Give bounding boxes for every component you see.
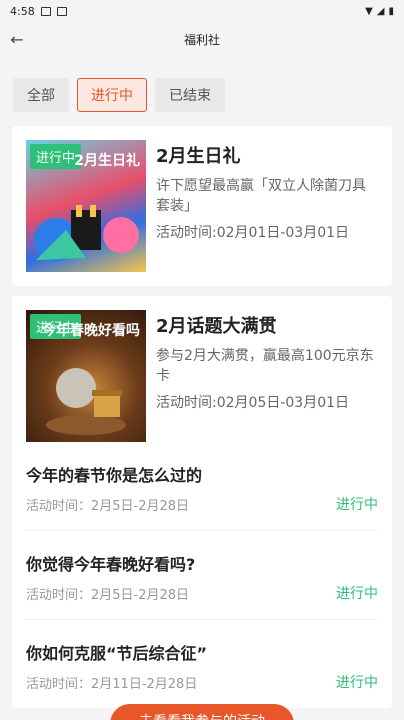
topic-meta: 活动时间：2月11日-2月28日 进行中 [26,672,378,692]
topic-item[interactable]: 今年的春节你是怎么过的 活动时间：2月5日-2月28日 进行中 [26,442,378,531]
thumbnail-caption: 2月生日礼 [74,153,140,169]
event-thumbnail: 进行中 今年春晚好看吗 [26,310,146,442]
event-thumbnail: 进行中 2月生日礼 [26,140,146,272]
my-activities-button[interactable]: 去看看我参与的活动 [110,704,294,720]
topic-status: 进行中 [336,586,378,602]
status-bar: 4:58 ▼ ◢ ▮ [0,0,404,22]
topic-status: 进行中 [336,497,378,513]
topic-time: 活动时间：2月11日-2月28日 [26,676,198,692]
signal-icon: ◢ [376,5,385,17]
event-info: 2月话题大满贯 参与2月大满贯，赢最高100元京东卡 活动时间:02月05日-0… [156,310,378,442]
filter-tabs: 全部 进行中 已结束 [0,78,404,112]
event-info: 2月生日礼 许下愿望最高赢「双立人除菌刀具套装」 活动时间:02月01日-03月… [156,140,378,272]
topic-time: 活动时间：2月5日-2月28日 [26,587,190,603]
status-time: 4:58 [10,4,35,18]
battery-icon: ▮ [388,5,394,17]
tab-ended[interactable]: 已结束 [155,78,225,112]
event-description: 许下愿望最高赢「双立人除菌刀具套装」 [156,178,366,214]
event-time: 活动时间:02月01日-03月01日 [156,225,350,241]
tab-ongoing[interactable]: 进行中 [77,78,147,112]
topic-title: 你觉得今年春晚好看吗? [26,555,196,574]
topic-title: 今年的春节你是怎么过的 [26,466,203,485]
topic-meta: 活动时间：2月5日-2月28日 进行中 [26,583,378,603]
event-description: 参与2月大满贯，赢最高100元京东卡 [156,348,374,384]
topic-status: 进行中 [336,675,378,691]
notification-icon-2 [56,6,67,16]
event-title: 2月话题大满贯 [156,316,277,337]
event-card-birthday[interactable]: 进行中 2月生日礼 2月生日礼 许下愿望最高赢「双立人除菌刀具套装」 活动时间:… [12,126,392,286]
event-time: 活动时间:02月05日-03月01日 [156,395,350,411]
event-title: 2月生日礼 [156,146,241,167]
topic-title: 你如何克服“节后综合征” [26,644,208,663]
tab-all[interactable]: 全部 [13,78,69,112]
event-row[interactable]: 进行中 今年春晚好看吗 2月话题大满贯 参与2月大满贯，赢最高100元京东卡 活… [26,310,378,442]
topic-meta: 活动时间：2月5日-2月28日 进行中 [26,494,378,514]
page-title: 福利社 [183,32,220,47]
wifi-icon: ▼ [365,5,373,17]
status-left: 4:58 [10,5,67,18]
nav-bar: ← 福利社 [0,22,404,56]
topic-item[interactable]: 你如何克服“节后综合征” 活动时间：2月11日-2月28日 进行中 [26,620,378,708]
notification-icon [40,6,51,16]
status-right: ▼ ◢ ▮ [365,6,394,17]
back-arrow-icon[interactable]: ← [6,28,28,50]
thumbnail-caption: 今年春晚好看吗 [42,323,140,339]
topic-item[interactable]: 你觉得今年春晚好看吗? 活动时间：2月5日-2月28日 进行中 [26,531,378,620]
event-card-topics: 进行中 今年春晚好看吗 2月话题大满贯 参与2月大满贯，赢最高100元京东卡 活… [12,296,392,708]
topic-time: 活动时间：2月5日-2月28日 [26,498,190,514]
